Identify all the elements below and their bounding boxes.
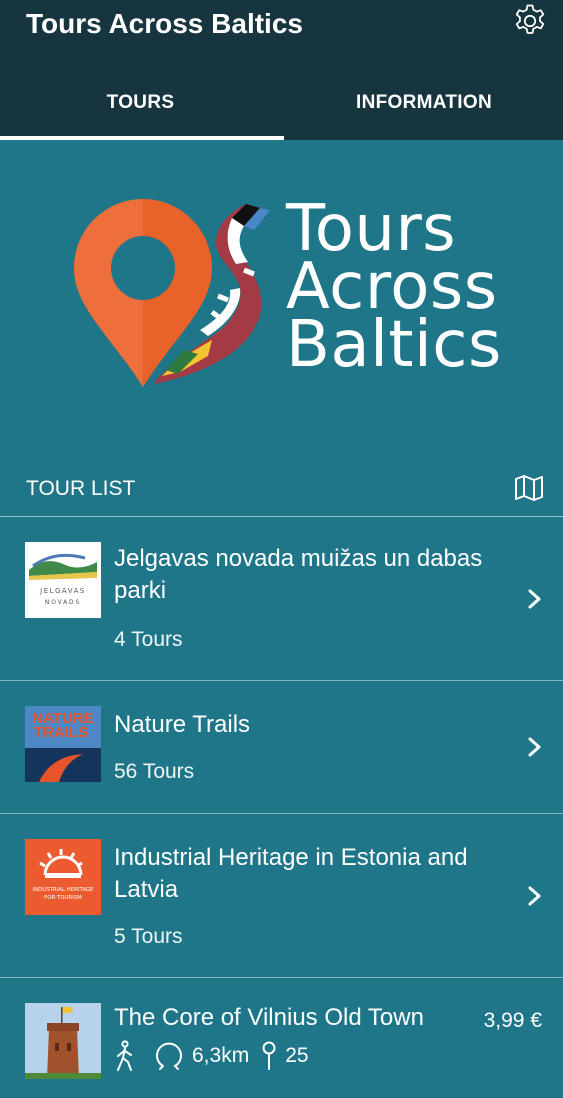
tour-list-title: TOUR LIST	[26, 477, 136, 500]
brand-hero: Tours Across Baltics	[0, 140, 563, 460]
chevron-right-icon	[528, 589, 541, 609]
thumb-text-2: NOVADS	[45, 599, 81, 606]
thumb-text-2: TRAILS	[34, 724, 88, 741]
thumb-text-1: JELGAVAS	[39, 587, 86, 595]
tour-price: 3,99 €	[483, 1009, 542, 1032]
list-item[interactable]: JELGAVAS NOVADS Jelgavas novada muižas u…	[0, 517, 563, 681]
tab-tours[interactable]: TOURS	[0, 66, 281, 140]
tour-count: 4 Tours	[114, 628, 183, 651]
chevron-right-icon	[528, 737, 541, 757]
thumbnail-nature-trails: NATURE TRAILS	[25, 706, 101, 782]
baltic-road-logo-icon	[154, 204, 270, 384]
app-title: Tours Across Baltics	[26, 8, 303, 39]
thumb-text-2: FOR TOURISM	[44, 895, 82, 901]
tour-title: The Core of Vilnius Old Town	[114, 1004, 424, 1031]
list-item[interactable]: NATURE TRAILS Nature Trails 56 Tours	[0, 681, 563, 814]
tour-title: Industrial Heritage in Estonia and Latvi…	[114, 844, 468, 903]
walking-icon	[117, 1040, 132, 1071]
app-bar: Tours Across Baltics TOURS INFORMATION	[0, 0, 563, 140]
thumbnail-industrial-heritage: INDUSTRIAL HERITAGE FOR TOURISM	[25, 839, 101, 915]
tour-stops: 25	[285, 1044, 309, 1067]
loop-route-icon	[156, 1042, 182, 1070]
thumbnail-jelgavas: JELGAVAS NOVADS	[25, 542, 101, 618]
tour-list-header: TOUR LIST	[0, 462, 563, 517]
thumbnail-vilnius-tower	[25, 1003, 101, 1079]
chevron-right-icon	[528, 886, 541, 906]
tour-stats: 6,3km 25	[114, 1040, 309, 1072]
gear-icon	[515, 4, 545, 34]
pin-icon	[262, 1041, 276, 1070]
settings-button[interactable]	[511, 2, 549, 40]
tour-distance: 6,3km	[192, 1044, 250, 1067]
brand-line-3: Baltics	[286, 308, 502, 382]
list-item[interactable]: The Core of Vilnius Old Town 3,99 € 6,3k…	[0, 978, 563, 1098]
map-view-button[interactable]	[514, 474, 544, 502]
tour-title: Nature Trails	[114, 711, 251, 738]
thumb-text-1: INDUSTRIAL HERITAGE	[32, 887, 94, 893]
list-item[interactable]: INDUSTRIAL HERITAGE FOR TOURISM Industri…	[0, 814, 563, 978]
tour-count: 5 Tours	[114, 925, 183, 948]
map-icon	[515, 475, 543, 501]
tab-information[interactable]: INFORMATION	[285, 66, 563, 140]
brand-wordmark: Tours Across Baltics	[286, 197, 502, 382]
tour-title: Jelgavas novada muižas un dabas parki	[114, 545, 483, 604]
tour-count: 56 Tours	[114, 760, 195, 783]
